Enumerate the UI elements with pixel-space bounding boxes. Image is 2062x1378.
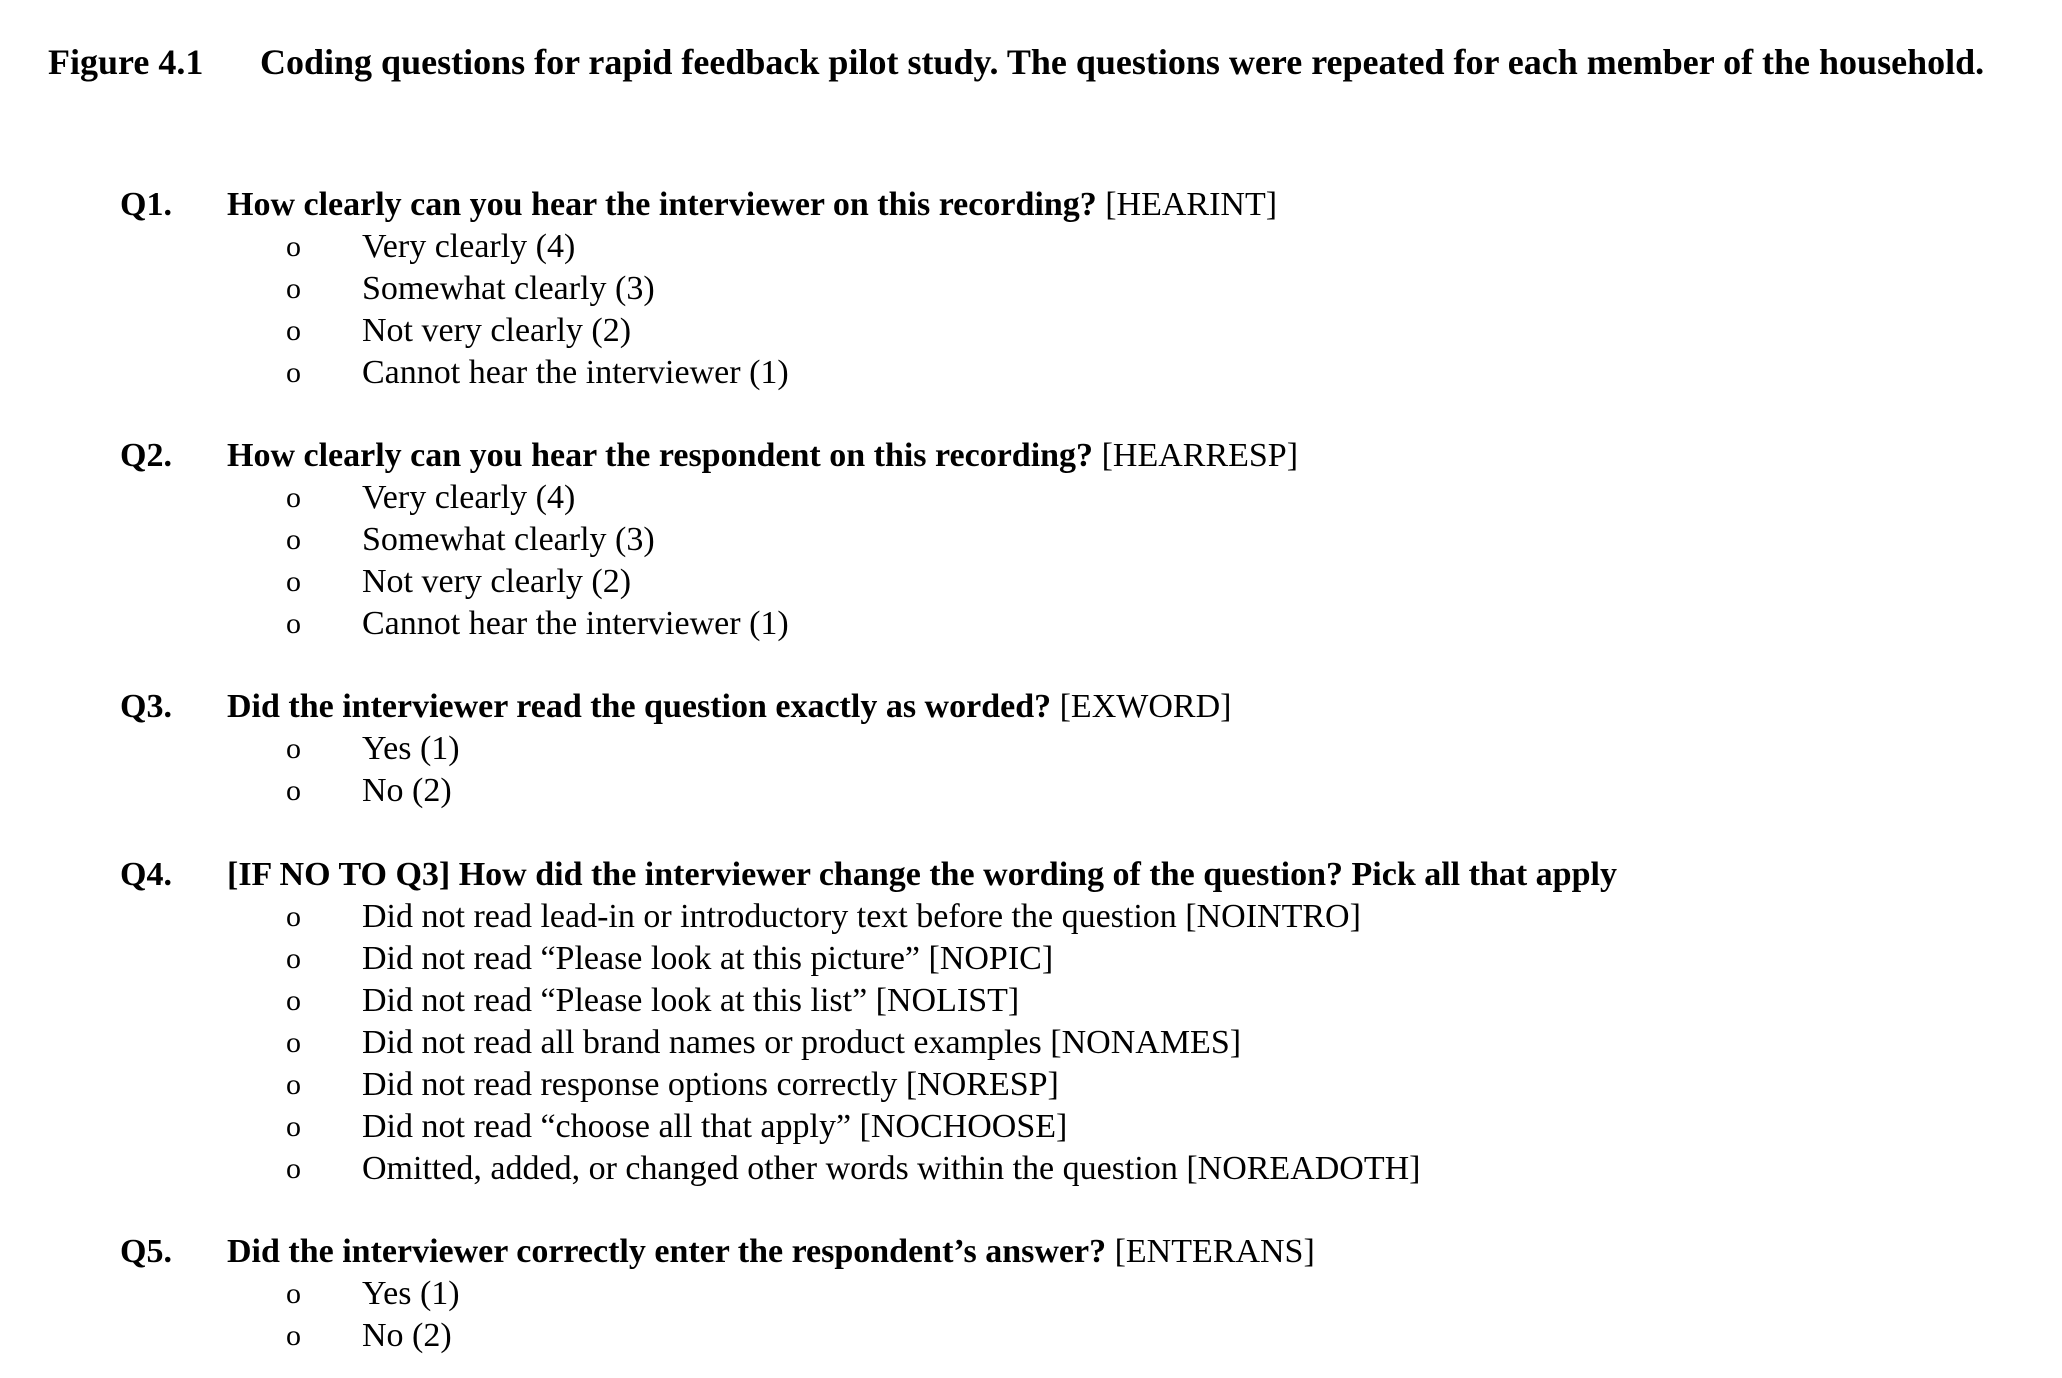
question-prompt: Did the interviewer read the question ex… [227, 688, 1052, 725]
option-text: No (2) [362, 772, 452, 809]
answer-option: o Did not read all brand names or product… [0, 1022, 2062, 1064]
question-header: Q5. Did the interviewer correctly enter … [0, 1231, 2062, 1273]
question-q4: Q4. [IF NO TO Q3] How did the interviewe… [0, 854, 2062, 1190]
answer-option: o Very clearly (4) [0, 226, 2062, 268]
circle-bullet-icon: o [286, 523, 301, 556]
question-prompt: Did the interviewer correctly enter the … [227, 1233, 1107, 1270]
answer-option: o No (2) [0, 1315, 2062, 1357]
option-text: Did not read lead-in or introductory tex… [362, 898, 1361, 935]
circle-bullet-icon: o [286, 230, 301, 263]
question-number: Q1. [120, 186, 172, 223]
option-text: Not very clearly (2) [362, 563, 632, 600]
figure-caption: Figure 4.1 Coding questions for rapid fe… [48, 38, 2038, 86]
question-header: Q2. How clearly can you hear the respond… [0, 435, 2062, 477]
variable-code: [HEARRESP] [1101, 437, 1299, 474]
circle-bullet-icon: o [286, 607, 301, 640]
question-text: Did the interviewer read the question ex… [227, 686, 1231, 728]
answer-option: o Did not read response options correctly… [0, 1064, 2062, 1106]
option-text: Did not read all brand names or product … [362, 1024, 1242, 1061]
answer-option: o Cannot hear the interviewer (1) [0, 352, 2062, 394]
figure-title: Coding questions for rapid feedback pilo… [260, 42, 1985, 82]
option-text: Did not read “choose all that apply” [NO… [362, 1108, 1068, 1145]
answer-option: o Very clearly (4) [0, 477, 2062, 519]
question-header: Q3. Did the interviewer read the questio… [0, 686, 2062, 728]
question-header: Q4. [IF NO TO Q3] How did the interviewe… [0, 854, 2062, 896]
question-number: Q5. [120, 1233, 172, 1270]
answer-option: o Yes (1) [0, 1273, 2062, 1315]
option-text: Yes (1) [362, 730, 460, 767]
circle-bullet-icon: o [286, 900, 301, 933]
circle-bullet-icon: o [286, 356, 301, 389]
option-text: Somewhat clearly (3) [362, 521, 655, 558]
variable-code: [HEARINT] [1105, 186, 1278, 223]
answer-option: o Not very clearly (2) [0, 310, 2062, 352]
answer-option: o Not very clearly (2) [0, 561, 2062, 603]
variable-code: [EXWORD] [1059, 688, 1232, 725]
question-text: How clearly can you hear the respondent … [227, 435, 1298, 477]
question-prompt: [IF NO TO Q3] How did the interviewer ch… [227, 856, 1617, 893]
answer-option: o No (2) [0, 770, 2062, 812]
circle-bullet-icon: o [286, 732, 301, 765]
circle-bullet-icon: o [286, 314, 301, 347]
question-text: Did the interviewer correctly enter the … [227, 1231, 1315, 1273]
circle-bullet-icon: o [286, 942, 301, 975]
option-text: Not very clearly (2) [362, 312, 632, 349]
answer-option: o Yes (1) [0, 728, 2062, 770]
variable-code: [ENTERANS] [1114, 1233, 1315, 1270]
circle-bullet-icon: o [286, 272, 301, 305]
circle-bullet-icon: o [286, 481, 301, 514]
circle-bullet-icon: o [286, 774, 301, 807]
question-prompt: How clearly can you hear the interviewer… [227, 186, 1097, 223]
circle-bullet-icon: o [286, 1152, 301, 1185]
option-text: No (2) [362, 1317, 452, 1354]
question-q3: Q3. Did the interviewer read the questio… [0, 686, 2062, 812]
circle-bullet-icon: o [286, 1026, 301, 1059]
question-number: Q3. [120, 688, 172, 725]
option-text: Did not read “Please look at this list” … [362, 982, 1020, 1019]
option-text: Somewhat clearly (3) [362, 270, 655, 307]
option-text: Cannot hear the interviewer (1) [362, 605, 789, 642]
question-number: Q4. [120, 856, 172, 893]
question-header: Q1. How clearly can you hear the intervi… [0, 184, 2062, 226]
question-number: Q2. [120, 437, 172, 474]
option-text: Did not read “Please look at this pictur… [362, 940, 1054, 977]
option-text: Did not read response options correctly … [362, 1066, 1059, 1103]
answer-option: o Did not read lead-in or introductory te… [0, 896, 2062, 938]
answer-option: o Did not read “Please look at this pictu… [0, 938, 2062, 980]
option-text: Yes (1) [362, 1275, 460, 1312]
answer-option: o Somewhat clearly (3) [0, 519, 2062, 561]
answer-option: o Somewhat clearly (3) [0, 268, 2062, 310]
question-text: How clearly can you hear the interviewer… [227, 184, 1277, 226]
question-text: [IF NO TO Q3] How did the interviewer ch… [227, 854, 1617, 896]
option-text: Cannot hear the interviewer (1) [362, 354, 789, 391]
answer-option: o Omitted, added, or changed other words … [0, 1148, 2062, 1190]
circle-bullet-icon: o [286, 984, 301, 1017]
option-text: Omitted, added, or changed other words w… [362, 1150, 1421, 1187]
circle-bullet-icon: o [286, 1110, 301, 1143]
question-q2: Q2. How clearly can you hear the respond… [0, 435, 2062, 645]
circle-bullet-icon: o [286, 1319, 301, 1352]
question-prompt: How clearly can you hear the respondent … [227, 437, 1094, 474]
circle-bullet-icon: o [286, 565, 301, 598]
answer-option: o Cannot hear the interviewer (1) [0, 603, 2062, 645]
question-q5: Q5. Did the interviewer correctly enter … [0, 1231, 2062, 1357]
circle-bullet-icon: o [286, 1068, 301, 1101]
figure-label: Figure 4.1 [48, 42, 204, 82]
answer-option: o Did not read “Please look at this list”… [0, 980, 2062, 1022]
option-text: Very clearly (4) [362, 228, 576, 265]
answer-option: o Did not read “choose all that apply” [N… [0, 1106, 2062, 1148]
circle-bullet-icon: o [286, 1277, 301, 1310]
option-text: Very clearly (4) [362, 479, 576, 516]
question-q1: Q1. How clearly can you hear the intervi… [0, 184, 2062, 394]
